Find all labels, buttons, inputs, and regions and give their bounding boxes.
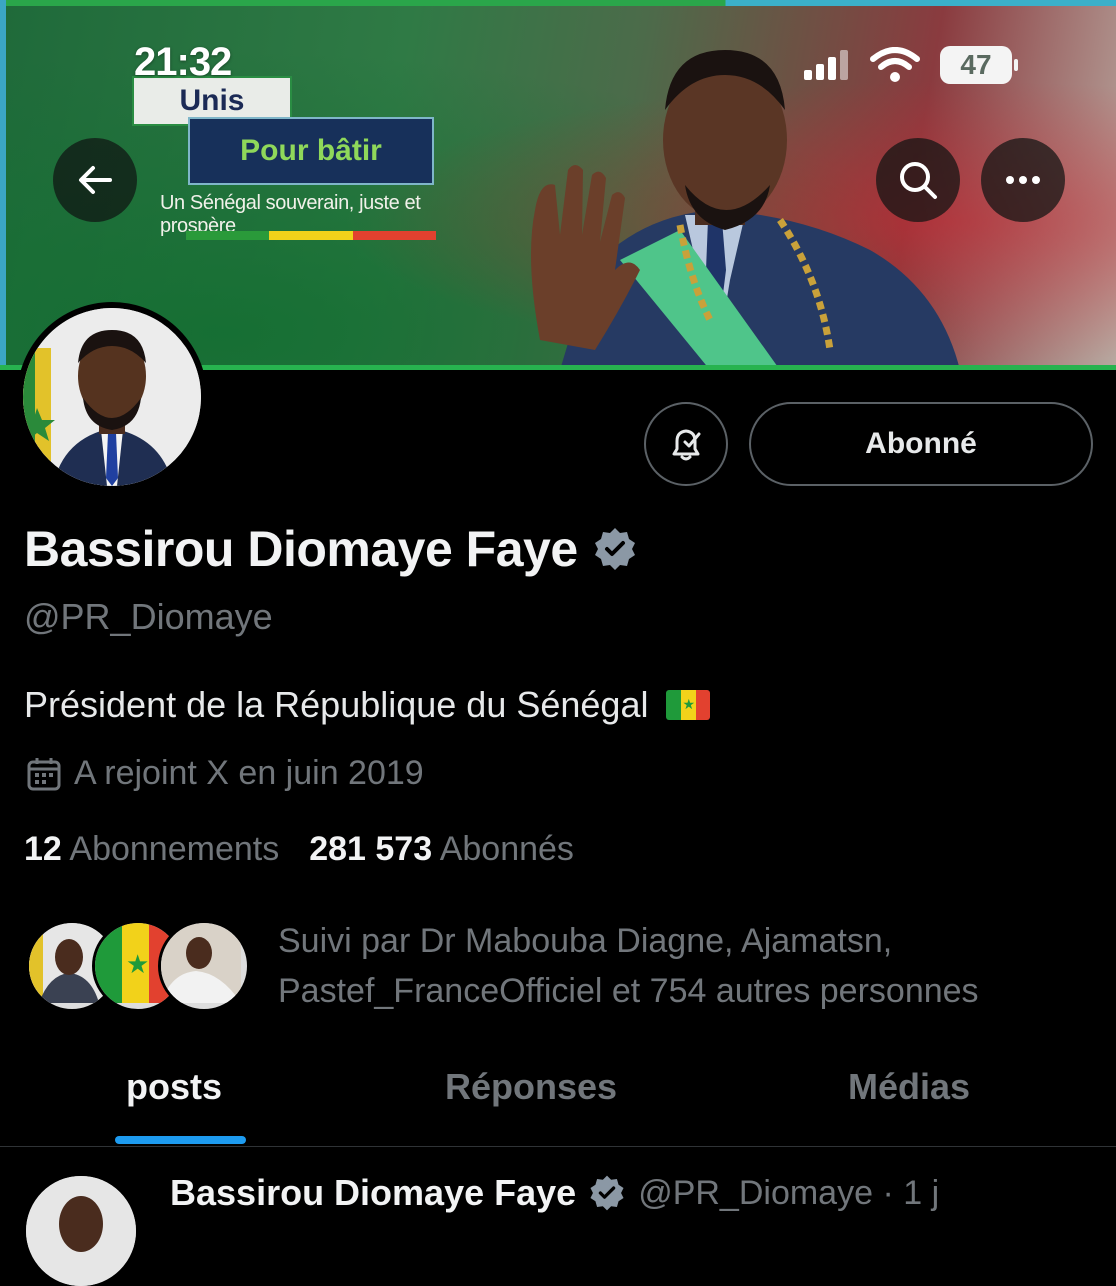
followers-count: 281 573: [309, 830, 433, 868]
tab-active-indicator: [115, 1136, 246, 1144]
tab-posts[interactable]: posts: [126, 1066, 222, 1108]
tab-media[interactable]: Médias: [848, 1066, 970, 1108]
post-author-name[interactable]: Bassirou Diomaye Faye: [170, 1172, 576, 1214]
bio-text: Président de la République du Sénégal: [24, 684, 649, 725]
joined-text: A rejoint X en juin 2019: [74, 754, 424, 792]
banner-title-batir: Pour bâtir: [188, 117, 434, 185]
avatar-portrait: [23, 308, 201, 486]
profile-bio: Président de la République du Sénégal ★: [24, 684, 711, 726]
tab-replies[interactable]: Réponses: [445, 1066, 617, 1108]
status-icons: 47: [804, 46, 1018, 84]
more-button[interactable]: [981, 138, 1065, 222]
svg-text:★: ★: [126, 950, 149, 980]
senegal-flag-icon: ★: [666, 690, 711, 720]
calendar-icon: [27, 757, 61, 790]
followers-label: Abonnés: [439, 830, 574, 868]
verified-badge-icon: [590, 1175, 624, 1211]
following-label: Abonnements: [69, 830, 280, 868]
battery-indicator: 47: [940, 46, 1018, 84]
profile-joined: A rejoint X en juin 2019: [26, 754, 424, 793]
profile-handle: @PR_Diomaye: [24, 596, 273, 637]
arrow-left-icon: [79, 166, 112, 194]
profile-avatar[interactable]: [17, 302, 207, 492]
following-button[interactable]: Abonné: [749, 402, 1093, 486]
post-author-avatar[interactable]: [26, 1176, 136, 1286]
signal-icon: [804, 50, 848, 80]
following-link[interactable]: 12 Abonnements: [24, 830, 279, 869]
followed-by-row[interactable]: ★ Suivi par Dr Mabouba Diagne, Ajamatsn,…: [26, 916, 1078, 1016]
banner-edge: [0, 0, 6, 370]
banner-flag-bar: [186, 231, 436, 240]
wifi-icon: [870, 47, 920, 82]
verified-badge-icon[interactable]: [592, 526, 638, 572]
post-meta: @PR_Diomaye · 1 j: [638, 1173, 940, 1212]
profile-counts: 12 Abonnements 281 573 Abonnés: [24, 830, 574, 869]
post-header: Bassirou Diomaye Faye @PR_Diomaye · 1 j: [170, 1172, 939, 1214]
profile-name: Bassirou Diomaye Faye: [24, 521, 578, 577]
following-count: 12: [24, 830, 62, 868]
search-icon: [900, 162, 937, 199]
more-icon: [1006, 176, 1040, 184]
notification-bell-button[interactable]: [644, 402, 728, 486]
profile-tabs: posts Réponses Médias: [0, 1050, 1116, 1147]
back-button[interactable]: [53, 138, 137, 222]
status-time: 21:32: [134, 40, 232, 84]
follower-avatar: [158, 920, 250, 1012]
followers-link[interactable]: 281 573 Abonnés: [309, 830, 574, 869]
followed-by-text: Suivi par Dr Mabouba Diagne, Ajamatsn, P…: [278, 922, 979, 1010]
bell-check-icon: [672, 429, 701, 461]
search-button[interactable]: [876, 138, 960, 222]
profile-name-row: Bassirou Diomaye Faye: [24, 520, 638, 578]
